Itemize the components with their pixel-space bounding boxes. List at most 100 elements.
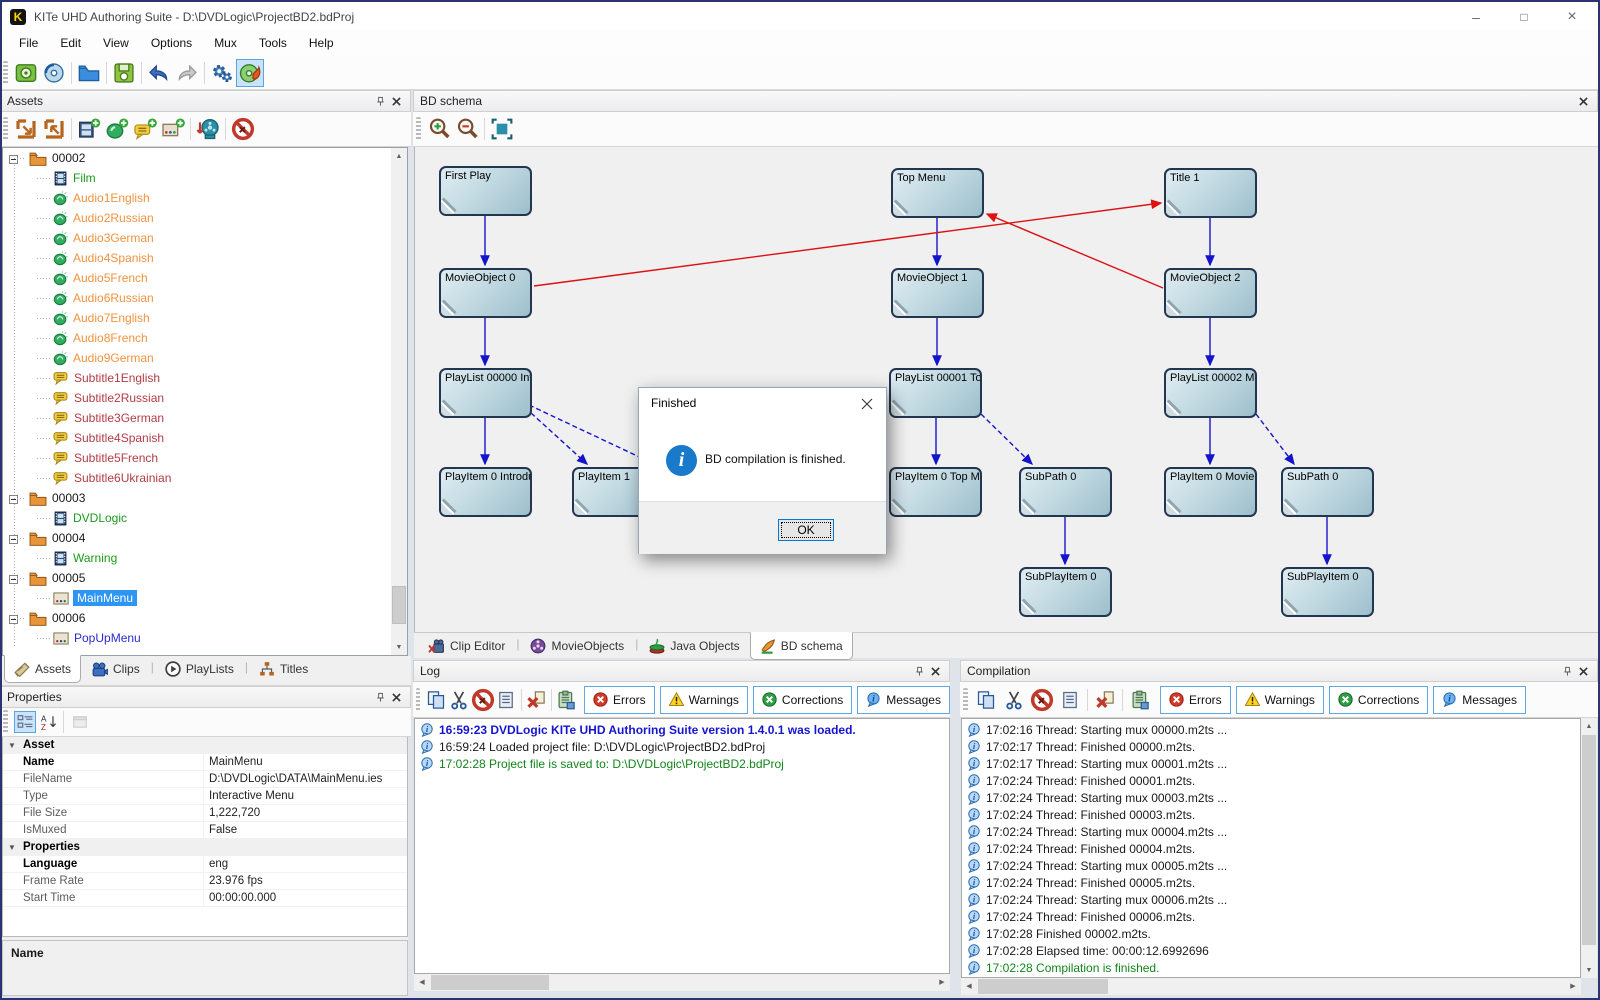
property-value[interactable]: D:\DVDLogic\DATA\MainMenu.ies <box>204 773 407 785</box>
log-entry[interactable]: i17:02:24 Thread: Starting mux 00003.m2t… <box>962 789 1580 806</box>
schema-tab-clip-editor[interactable]: Clip Editor <box>418 633 515 659</box>
scroll-left-icon[interactable]: ◀ <box>414 974 430 990</box>
schema-node-playitem-0-top-menu[interactable]: PlayItem 0 Top Menu <box>889 467 982 517</box>
schema-node-playitem-0-introduction[interactable]: PlayItem 0 Introduction <box>439 467 532 517</box>
schema-node-playitem-0-movie[interactable]: PlayItem 0 Movie <box>1164 467 1257 517</box>
toolbar-grip[interactable] <box>416 688 420 712</box>
save-button[interactable] <box>110 59 138 87</box>
filter-messages-toggle[interactable]: iMessages <box>857 686 950 714</box>
tree-item-Audio1English[interactable]: Audio1English <box>3 188 407 208</box>
tree-item-Audio2Russian[interactable]: Audio2Russian <box>3 208 407 228</box>
log-entry[interactable]: i16:59:24 Loaded project file: D:\DVDLog… <box>415 738 949 755</box>
tree-item-PopUpMenu[interactable]: PopUpMenu <box>3 628 407 648</box>
tree-item-Subtitle2Russian[interactable]: Subtitle2Russian <box>3 388 407 408</box>
tree-item-Audio3German[interactable]: Audio3German <box>3 228 407 248</box>
filter-errors-toggle[interactable]: Errors <box>1160 686 1231 714</box>
log-entry[interactable]: i16:59:23 DVDLogic KITe UHD Authoring Su… <box>415 721 949 738</box>
toolbar-grip[interactable] <box>3 710 8 734</box>
log-entry[interactable]: i17:02:16 Thread: Starting mux 00000.m2t… <box>962 721 1580 738</box>
expander-icon[interactable] <box>9 573 18 587</box>
log-entry[interactable]: i17:02:17 Thread: Starting mux 00001.m2t… <box>962 755 1580 772</box>
tree-item-Subtitle5French[interactable]: Subtitle5French <box>3 448 407 468</box>
assets-tab-clips[interactable]: Clips <box>81 656 150 682</box>
assets-tree-scrollbar[interactable]: ▲ ▼ <box>391 148 407 655</box>
property-value[interactable]: 23.976 fps <box>204 875 407 887</box>
tree-item-00003[interactable]: 00003 <box>3 488 407 508</box>
filter-errors-toggle[interactable]: Errors <box>584 686 655 714</box>
assets-tab-assets[interactable]: Assets <box>4 655 81 683</box>
view-log-button[interactable] <box>495 686 518 714</box>
delete-button[interactable] <box>1091 686 1119 714</box>
tree-item-Subtitle3German[interactable]: Subtitle3German <box>3 408 407 428</box>
scroll-down-icon[interactable]: ▼ <box>391 639 407 655</box>
gears-button[interactable] <box>208 59 236 87</box>
maximize-button[interactable]: □ <box>1500 2 1548 32</box>
log-list[interactable]: i16:59:23 DVDLogic KITe UHD Authoring Su… <box>414 718 950 974</box>
property-row-filename[interactable]: FileNameD:\DVDLogic\DATA\MainMenu.ies <box>3 771 407 788</box>
pin-icon[interactable] <box>911 663 927 679</box>
scrollbar-thumb[interactable] <box>392 586 406 624</box>
schema-node-movieobject-2[interactable]: MovieObject 2 <box>1164 268 1257 318</box>
cut-button[interactable] <box>1000 686 1028 714</box>
tree-item-00002[interactable]: 00002 <box>3 148 407 168</box>
property-category-asset[interactable]: ▼Asset <box>3 737 407 754</box>
abort-button[interactable] <box>471 686 495 714</box>
tree-item-Audio7English[interactable]: Audio7English <box>3 308 407 328</box>
tree-item-Audio8French[interactable]: Audio8French <box>3 328 407 348</box>
toolbar-grip[interactable] <box>3 117 8 141</box>
log-entry[interactable]: i17:02:24 Thread: Finished 00003.m2ts. <box>962 806 1580 823</box>
add-video-button[interactable] <box>75 115 103 143</box>
menu-mux[interactable]: Mux <box>203 33 248 53</box>
paste-button[interactable] <box>1126 686 1154 714</box>
filter-messages-toggle[interactable]: iMessages <box>1433 686 1526 714</box>
close-icon[interactable] <box>1575 663 1591 679</box>
schema-tab-movieobjects[interactable]: MovieObjects <box>520 633 634 659</box>
assets-tab-titles[interactable]: Titles <box>249 656 318 682</box>
abort-button[interactable] <box>1028 686 1056 714</box>
expander-icon[interactable] <box>9 153 18 167</box>
property-value[interactable]: MainMenu <box>204 756 407 768</box>
cut-button[interactable] <box>447 686 470 714</box>
menu-view[interactable]: View <box>92 33 140 53</box>
abort-button[interactable] <box>229 115 257 143</box>
compilation-list[interactable]: i17:02:16 Thread: Starting mux 00000.m2t… <box>961 718 1581 978</box>
filter-corrections-toggle[interactable]: Corrections <box>753 686 852 714</box>
menu-tools[interactable]: Tools <box>248 33 298 53</box>
compile-button[interactable] <box>236 59 264 87</box>
property-value[interactable]: Interactive Menu <box>204 790 407 802</box>
menu-file[interactable]: File <box>8 33 49 53</box>
schema-node-subplayitem-0-b[interactable]: SubPlayItem 0 <box>1281 567 1374 617</box>
close-icon[interactable] <box>1575 93 1591 109</box>
property-row-start-time[interactable]: Start Time00:00:00.000 <box>3 890 407 907</box>
schema-node-top-menu[interactable]: Top Menu <box>891 168 984 218</box>
log-entry[interactable]: i17:02:24 Thread: Starting mux 00004.m2t… <box>962 823 1580 840</box>
expander-icon[interactable] <box>9 533 18 547</box>
property-row-type[interactable]: TypeInteractive Menu <box>3 788 407 805</box>
schema-canvas[interactable]: First PlayTop MenuTitle 1MovieObject 0Mo… <box>414 147 1598 632</box>
schema-node-subplayitem-0-a[interactable]: SubPlayItem 0 <box>1019 567 1112 617</box>
close-button[interactable]: × <box>1548 2 1596 32</box>
log-entry[interactable]: i17:02:24 Thread: Starting mux 00005.m2t… <box>962 857 1580 874</box>
property-category-properties[interactable]: ▼Properties <box>3 839 407 856</box>
schema-node-movieobject-0[interactable]: MovieObject 0 <box>439 268 532 318</box>
expander-icon[interactable] <box>9 613 18 627</box>
tree-item-00005[interactable]: 00005 <box>3 568 407 588</box>
property-value[interactable]: 00:00:00.000 <box>204 892 407 904</box>
expander-icon[interactable] <box>9 493 18 507</box>
pin-icon[interactable] <box>1559 663 1575 679</box>
add-subtitle-button[interactable] <box>131 115 159 143</box>
assets-tree[interactable]: 00002FilmAudio1EnglishAudio2RussianAudio… <box>2 147 408 656</box>
menu-options[interactable]: Options <box>140 33 203 53</box>
paste-button[interactable] <box>555 686 578 714</box>
tree-item-Subtitle6Ukrainian[interactable]: Subtitle6Ukrainian <box>3 468 407 488</box>
property-value[interactable]: False <box>204 824 407 836</box>
disc-drive-button[interactable] <box>12 59 40 87</box>
tree-item-Audio9German[interactable]: Audio9German <box>3 348 407 368</box>
tree-item-DVDLogic[interactable]: DVDLogic <box>3 508 407 528</box>
schema-node-playlist-00002[interactable]: PlayList 00002 Movie <box>1164 368 1257 418</box>
menu-edit[interactable]: Edit <box>49 33 92 53</box>
log-entry[interactable]: i17:02:24 Thread: Finished 00004.m2ts. <box>962 840 1580 857</box>
scrollbar-thumb[interactable] <box>431 975 549 990</box>
tree-item-Audio5French[interactable]: Audio5French <box>3 268 407 288</box>
tree-item-00004[interactable]: 00004 <box>3 528 407 548</box>
